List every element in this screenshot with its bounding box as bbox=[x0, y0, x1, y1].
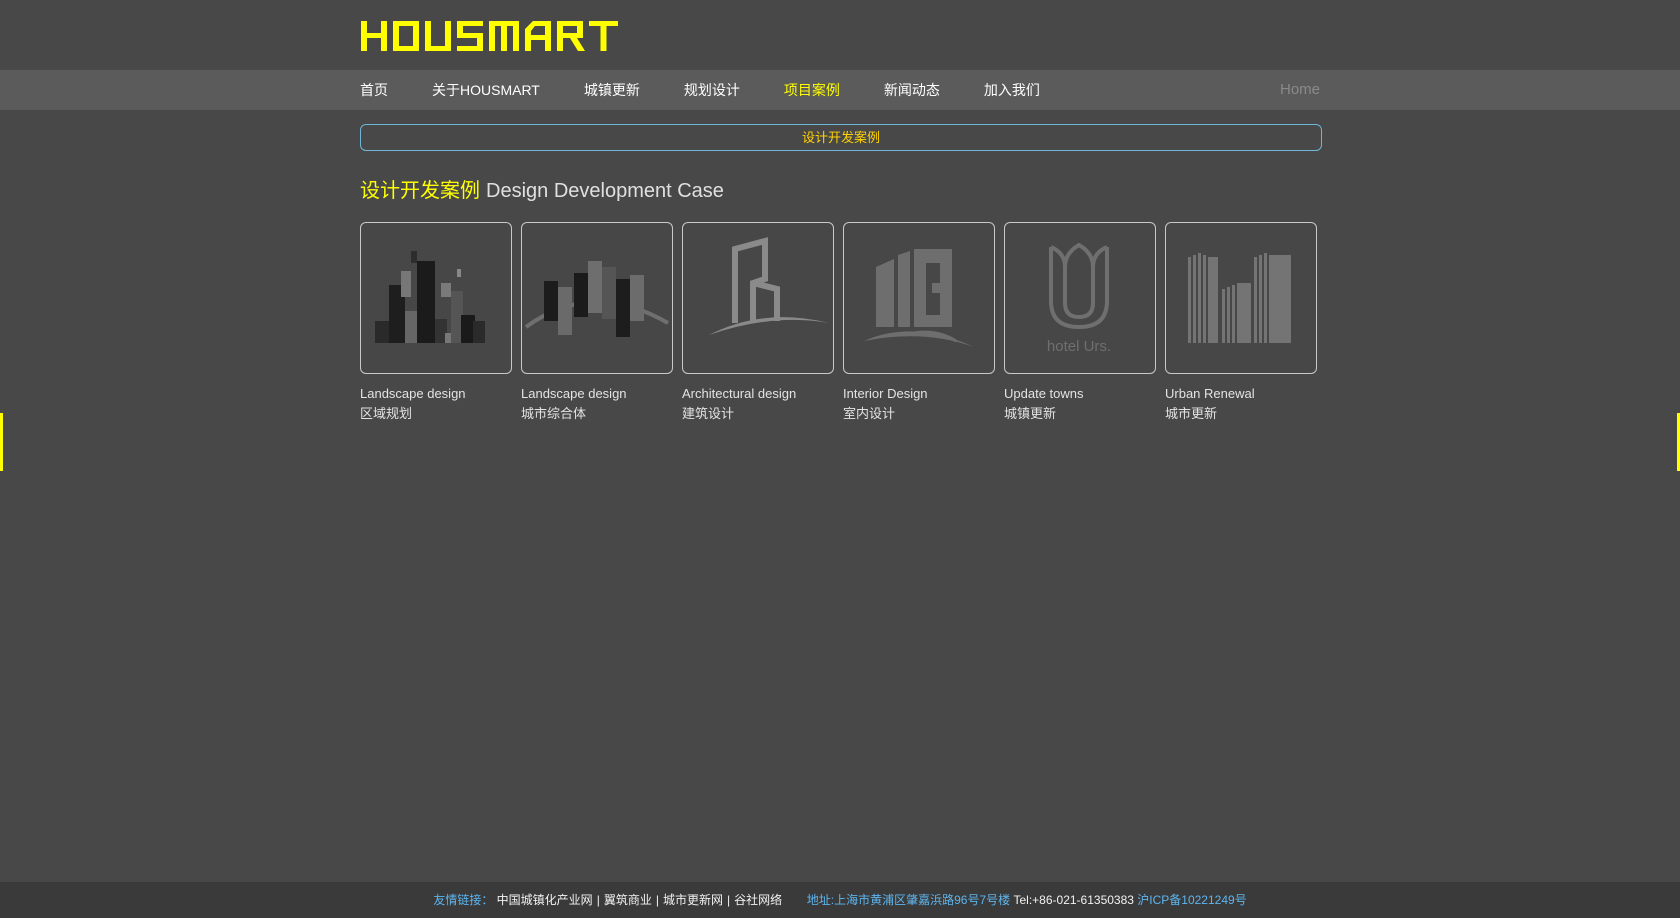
case-title-cn: 室内设计 bbox=[843, 406, 896, 421]
urban-bars-icon bbox=[1188, 253, 1291, 343]
nav-item-town-renewal[interactable]: 城镇更新 bbox=[584, 70, 640, 110]
case-thumb[interactable] bbox=[682, 222, 834, 374]
footer-separator: | bbox=[596, 893, 600, 907]
building-g-icon bbox=[864, 249, 974, 347]
footer-icp-link[interactable]: 沪ICP备10221249号 bbox=[1137, 893, 1246, 907]
case-card[interactable]: Urban Renewal 城市更新 bbox=[1165, 222, 1317, 424]
nav-item-news[interactable]: 新闻动态 bbox=[884, 70, 940, 110]
hotel-urs-caption: hotel Urs. bbox=[1047, 338, 1111, 355]
footer-links-label: 友情链接： bbox=[433, 893, 494, 907]
case-title-en: Landscape design bbox=[521, 386, 627, 401]
nav-item-join-us[interactable]: 加入我们 bbox=[984, 70, 1040, 110]
case-title-cn: 城市更新 bbox=[1165, 406, 1218, 421]
logo-wordmark-icon bbox=[361, 21, 618, 51]
case-card[interactable]: Landscape design 区域规划 bbox=[360, 222, 512, 424]
main-nav: 首页 关于HOUSMART 城镇更新 规划设计 项目案例 新闻动态 加入我们 H… bbox=[0, 70, 1680, 110]
case-thumb[interactable] bbox=[521, 222, 673, 374]
case-card[interactable]: Interior Design 室内设计 bbox=[843, 222, 995, 424]
case-cards: Landscape design 区域规划 Landscape design 城… bbox=[360, 222, 1326, 424]
housmart-logo[interactable] bbox=[360, 17, 630, 57]
footer-tel: Tel:+86-021-61350383 bbox=[1013, 893, 1134, 907]
footer-separator: | bbox=[655, 893, 659, 907]
section-title: 设计开发案例 Design Development Case bbox=[360, 174, 724, 203]
case-card[interactable]: hotel Urs. Update towns 城镇更新 bbox=[1004, 222, 1156, 424]
case-card[interactable]: Landscape design 城市综合体 bbox=[521, 222, 673, 424]
case-card[interactable]: Architectural design 建筑设计 bbox=[682, 222, 834, 424]
side-marker-left bbox=[0, 413, 3, 471]
header bbox=[0, 0, 1680, 70]
nav-item-planning[interactable]: 规划设计 bbox=[684, 70, 740, 110]
case-title-cn: 城市综合体 bbox=[521, 406, 587, 421]
footer-address: 地址:上海市黄浦区肇嘉浜路96号7号楼 bbox=[806, 893, 1011, 907]
tower-b-icon bbox=[709, 237, 829, 335]
case-title-cn: 建筑设计 bbox=[682, 406, 735, 421]
skyline-blocks-icon bbox=[375, 251, 485, 343]
footer-separator: | bbox=[726, 893, 731, 907]
footer-link[interactable]: 城市更新网 bbox=[663, 893, 723, 907]
category-tab[interactable]: 设计开发案例 bbox=[360, 124, 1322, 151]
skyline-arc-icon bbox=[524, 261, 670, 337]
case-title-en: Interior Design bbox=[843, 386, 928, 401]
nav-items: 首页 关于HOUSMART 城镇更新 规划设计 项目案例 新闻动态 加入我们 bbox=[360, 70, 1084, 110]
home-breadcrumb[interactable]: Home bbox=[1280, 70, 1320, 110]
nav-item-about[interactable]: 关于HOUSMART bbox=[432, 70, 540, 110]
case-title-en: Landscape design bbox=[360, 386, 466, 401]
nav-item-projects[interactable]: 项目案例 bbox=[784, 70, 840, 110]
case-thumb[interactable] bbox=[843, 222, 995, 374]
case-title-en: Urban Renewal bbox=[1165, 386, 1255, 401]
section-title-cn: 设计开发案例 bbox=[360, 180, 480, 202]
footer-link[interactable]: 翼筑商业 bbox=[604, 893, 652, 907]
case-title-cn: 区域规划 bbox=[360, 406, 413, 421]
footer-link[interactable]: 谷社网络 bbox=[734, 893, 782, 907]
footer-link[interactable]: 中国城镇化产业网 bbox=[497, 893, 593, 907]
case-title-en: Update towns bbox=[1004, 386, 1084, 401]
case-title-cn: 城镇更新 bbox=[1004, 406, 1057, 421]
nav-item-home[interactable]: 首页 bbox=[360, 70, 388, 110]
case-thumb[interactable]: hotel Urs. bbox=[1004, 222, 1156, 374]
hotel-urs-icon: hotel Urs. bbox=[1047, 242, 1111, 355]
case-thumb[interactable] bbox=[360, 222, 512, 374]
section-title-en: Design Development Case bbox=[486, 180, 724, 202]
case-title-en: Architectural design bbox=[682, 386, 797, 401]
case-thumb[interactable] bbox=[1165, 222, 1317, 374]
footer: 友情链接： 中国城镇化产业网 | 翼筑商业 | 城市更新网 | 谷社网络 地址:上海市黄浦区… bbox=[0, 882, 1680, 918]
